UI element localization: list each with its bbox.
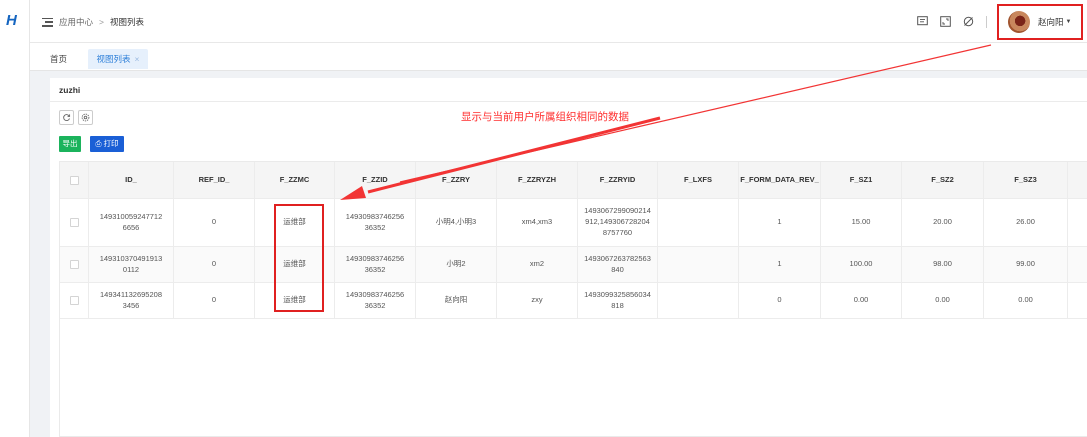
arrow-head (340, 186, 366, 200)
annotation-arrows (340, 44, 992, 200)
arrow-line-annotation (367, 116, 661, 194)
